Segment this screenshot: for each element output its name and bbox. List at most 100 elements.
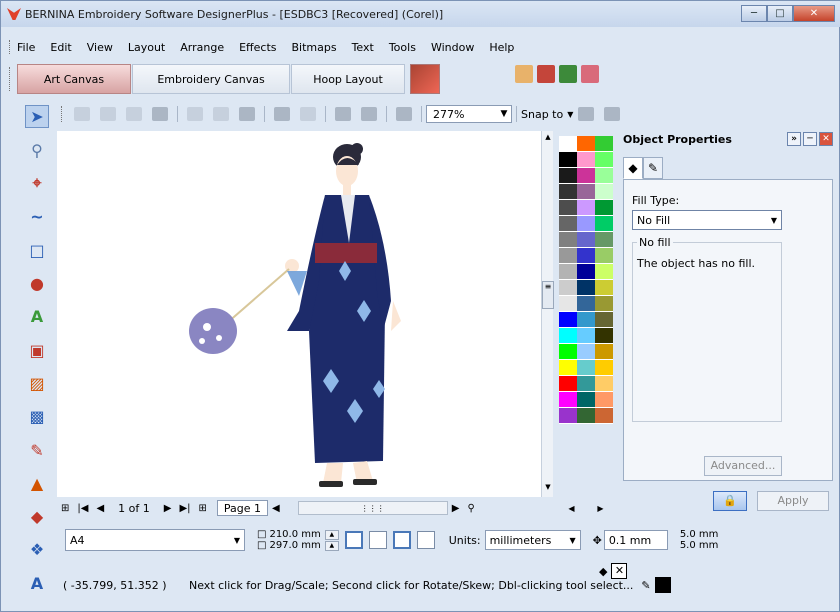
palette-swatch[interactable]	[577, 408, 595, 424]
menu-help[interactable]: Help	[489, 41, 514, 54]
pick-tool-icon[interactable]: ➤	[25, 105, 49, 129]
portrait-icon[interactable]	[344, 531, 363, 549]
palette-swatch[interactable]	[577, 280, 595, 296]
chevron-down-icon[interactable]: ▼	[567, 110, 573, 119]
palette-swatch[interactable]	[577, 376, 595, 392]
duplicate-x[interactable]: 5.0 mm	[680, 529, 719, 540]
palette-swatch[interactable]	[559, 296, 577, 312]
add-page-icon[interactable]: ⊞	[199, 503, 207, 514]
lock-icon[interactable]: 🔒	[713, 491, 747, 511]
save-icon[interactable]	[126, 107, 142, 121]
paper-size-select[interactable]: A4 ▼	[65, 529, 245, 551]
menu-bitmaps[interactable]: Bitmaps	[291, 41, 336, 54]
tab-hoop-layout[interactable]: Hoop Layout	[291, 64, 405, 94]
palette-swatch[interactable]	[559, 136, 577, 152]
menu-edit[interactable]: Edit	[50, 41, 71, 54]
palette-swatch[interactable]	[595, 264, 613, 280]
smart-fill-tool-icon[interactable]: ❖	[25, 538, 49, 561]
palette-swatch[interactable]	[595, 200, 613, 216]
expand-icon[interactable]: »	[787, 132, 801, 146]
scroll-right-icon[interactable]: ▶	[452, 503, 460, 514]
palette-swatch[interactable]	[577, 232, 595, 248]
palette-swatch[interactable]	[595, 296, 613, 312]
full-screen-icon[interactable]	[396, 107, 412, 121]
palette-swatch[interactable]	[595, 152, 613, 168]
palette-swatch[interactable]	[559, 200, 577, 216]
zoom-navigator-icon[interactable]: ⚲	[467, 503, 474, 514]
interactive-tool-icon[interactable]: ▨	[25, 372, 49, 395]
palette-swatch[interactable]	[595, 168, 613, 184]
menu-text[interactable]: Text	[352, 41, 374, 54]
minimize-button[interactable]: ─	[741, 5, 767, 22]
palette-right-icon[interactable]: ▶	[597, 504, 603, 518]
zoom-tool-icon[interactable]: ⚲	[25, 138, 49, 161]
shape-tool-icon[interactable]: ⌖	[25, 172, 49, 195]
palette-swatch[interactable]	[559, 376, 577, 392]
width-spinner[interactable]: ▲	[324, 529, 339, 540]
first-page-icon[interactable]: |◀	[77, 503, 88, 514]
current-page-icon[interactable]	[416, 531, 435, 549]
palette-swatch[interactable]	[559, 152, 577, 168]
page-tab[interactable]: Page 1	[216, 500, 269, 516]
palette-swatch[interactable]	[577, 184, 595, 200]
palette-swatch[interactable]	[559, 328, 577, 344]
palette-swatch[interactable]	[559, 216, 577, 232]
last-page-icon[interactable]: ▶|	[179, 503, 190, 514]
horizontal-scrollbar[interactable]: ⋮⋮⋮	[297, 501, 448, 515]
menu-grip[interactable]	[9, 40, 11, 54]
palette-swatch[interactable]	[577, 264, 595, 280]
auto-digitize-icon[interactable]	[581, 65, 599, 83]
insert-page-icon[interactable]: ⊞	[61, 503, 69, 514]
fill-type-select[interactable]: No Fill ▼	[632, 210, 782, 230]
copy-icon[interactable]	[213, 107, 229, 121]
palette-swatch[interactable]	[559, 280, 577, 296]
options-icon[interactable]	[578, 107, 595, 121]
palette-swatch[interactable]	[577, 344, 595, 360]
nudge-distance-field[interactable]: 0.1 mm	[603, 530, 668, 550]
outline-tab-icon[interactable]: ✎	[643, 157, 663, 179]
minimize-docker-button[interactable]: ─	[803, 132, 817, 146]
zoom-select[interactable]: 277% ▼	[426, 105, 512, 123]
palette-swatch[interactable]	[559, 264, 577, 280]
landscape-icon[interactable]	[368, 531, 387, 549]
stitch-icon[interactable]	[559, 65, 577, 83]
redo-icon[interactable]	[300, 107, 316, 121]
palette-swatch[interactable]	[595, 392, 613, 408]
palette-swatch[interactable]	[595, 216, 613, 232]
export-icon[interactable]	[361, 107, 377, 121]
menu-arrange[interactable]: Arrange	[180, 41, 224, 54]
crop-tool-icon[interactable]: ▣	[25, 338, 49, 361]
tab-art-canvas[interactable]: Art Canvas	[17, 64, 131, 94]
palette-swatch[interactable]	[559, 312, 577, 328]
scroll-left-icon[interactable]: ◀	[272, 503, 280, 514]
convert-icon[interactable]	[537, 65, 555, 83]
menu-layout[interactable]: Layout	[128, 41, 165, 54]
next-page-icon[interactable]: ▶	[164, 503, 172, 514]
text-tool-icon[interactable]: A	[25, 305, 49, 328]
page-height[interactable]: 297.0 mm	[269, 540, 320, 551]
outline-tool-icon[interactable]: ▲	[25, 472, 49, 495]
maximize-button[interactable]: □	[767, 5, 793, 22]
refresh-icon[interactable]	[604, 107, 621, 121]
freehand-tool-icon[interactable]: ~	[25, 205, 49, 228]
rectangle-tool-icon[interactable]: □	[25, 238, 49, 261]
apply-button[interactable]: Apply	[757, 491, 829, 511]
page-width[interactable]: 210.0 mm	[269, 529, 320, 540]
toolbar-grip[interactable]	[61, 106, 63, 122]
close-button[interactable]: ✕	[793, 5, 835, 22]
tab-embroidery-canvas[interactable]: Embroidery Canvas	[132, 64, 290, 94]
palette-swatch[interactable]	[577, 248, 595, 264]
palette-swatch[interactable]	[595, 408, 613, 424]
palette-swatch[interactable]	[595, 248, 613, 264]
units-select[interactable]: millimeters ▼	[484, 530, 581, 550]
menu-view[interactable]: View	[87, 41, 113, 54]
snap-to-button[interactable]: Snap to	[521, 108, 563, 121]
tabs-grip[interactable]	[9, 67, 11, 91]
height-spinner[interactable]: ▲	[324, 540, 339, 551]
palette-swatch[interactable]	[577, 168, 595, 184]
scroll-thumb[interactable]: ≡	[542, 281, 554, 309]
palette-swatch[interactable]	[577, 328, 595, 344]
fill-tool-icon[interactable]: ◆	[25, 505, 49, 528]
palette-swatch[interactable]	[595, 376, 613, 392]
palette-swatch[interactable]	[559, 344, 577, 360]
